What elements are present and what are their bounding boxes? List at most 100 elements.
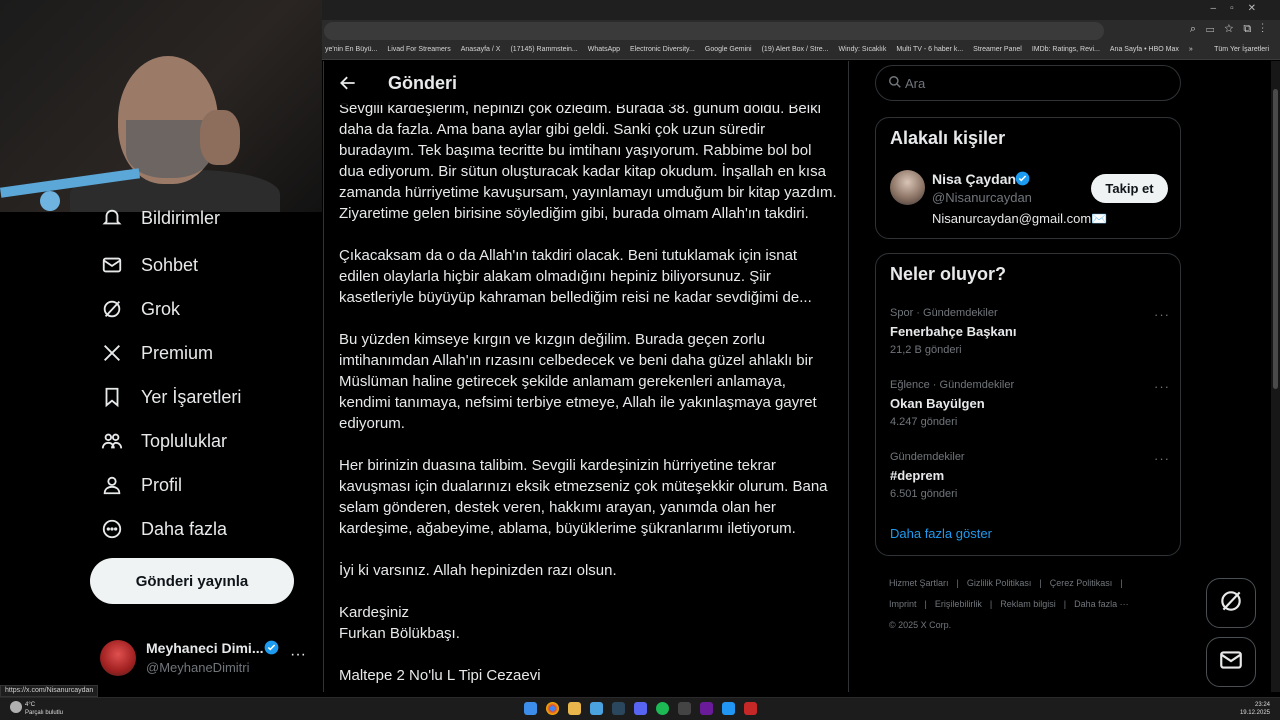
avatar[interactable] <box>890 170 925 205</box>
account-more-button[interactable]: ··· <box>290 646 306 664</box>
footer-link[interactable]: Erişilebilirlik <box>935 599 982 609</box>
sidebar-item-more[interactable]: Daha fazla <box>100 514 227 544</box>
footer-link[interactable]: Gizlilik Politikası <box>967 578 1032 588</box>
messages-fab-button[interactable] <box>1206 637 1256 687</box>
bookmarks-overflow-button[interactable]: » <box>1184 42 1198 53</box>
grok-icon <box>1218 588 1244 619</box>
discord-icon[interactable] <box>634 702 647 715</box>
all-bookmarks-button[interactable]: Tüm Yer İşaretleri <box>1209 42 1274 53</box>
show-more-link[interactable]: Daha fazla göster <box>890 526 992 541</box>
zoom-icon[interactable]: ⌕ <box>1190 23 1206 35</box>
trend-item[interactable]: Gündemdekiler #deprem 6.501 gönderi ··· <box>890 451 1170 507</box>
browser-toolbar: ⌕▭☆⧉⋮ <box>320 20 1280 42</box>
status-url: https://x.com/Nisanurcaydan <box>0 685 99 697</box>
spotify-icon[interactable] <box>656 702 669 715</box>
bookmark-item[interactable]: Anasayfa / X <box>456 42 506 53</box>
trends-card: Neler oluyor? Spor · Gündemdekiler Fener… <box>875 253 1181 556</box>
account-switcher[interactable]: Meyhaneci Dimi... @MeyhaneDimitri ··· <box>100 636 315 682</box>
bookmark-item[interactable]: Windy: Sıcaklık <box>834 42 892 53</box>
app-icon-4[interactable] <box>722 702 735 715</box>
extensions-icon[interactable]: ⧉ <box>1243 23 1261 35</box>
app-icon-3[interactable] <box>700 702 713 715</box>
follow-button[interactable]: Takip et <box>1091 174 1168 203</box>
footer-link[interactable]: Çerez Politikası <box>1050 578 1113 588</box>
bookmarks-bar: ye'nin En Büyü... Livad For Streamers Anas… <box>320 42 1280 60</box>
menu-icon[interactable]: ⋮ <box>1261 23 1274 35</box>
sidebar-item-premium[interactable]: Premium <box>100 338 213 368</box>
sidebar-item-communities[interactable]: Topluluklar <box>100 426 227 456</box>
folder-icon[interactable] <box>568 702 581 715</box>
sidebar-item-profile[interactable]: Profil <box>100 470 182 500</box>
trend-more-button[interactable]: ··· <box>1154 451 1170 466</box>
chrome-icon[interactable] <box>546 702 559 715</box>
toolbar-icons[interactable]: ⌕▭☆⧉⋮ <box>1190 23 1274 36</box>
star-icon[interactable]: ☆ <box>1224 23 1243 35</box>
sidebar-item-bookmarks[interactable]: Yer İşaretleri <box>100 382 241 412</box>
trends-title: Neler oluyor? <box>890 264 1007 284</box>
bookmark-item[interactable]: ye'nin En Büyü... <box>320 42 382 53</box>
weather-text: Parçalı bulutlu <box>25 710 64 716</box>
minimize-button[interactable]: – <box>1211 3 1231 14</box>
cast-icon[interactable]: ▭ <box>1206 23 1224 35</box>
sidebar-item-label: Premium <box>141 342 214 363</box>
window-controls[interactable]: –▫✕ <box>1211 3 1271 14</box>
weather-widget[interactable]: 4°C Parçalı bulutlu <box>10 701 63 717</box>
post-button[interactable]: Gönderi yayınla <box>90 558 294 604</box>
sidebar-item-label: Bildirimler <box>141 207 221 228</box>
trend-item[interactable]: Eğlence · Gündemdekiler Okan Bayülgen 4.… <box>890 379 1170 435</box>
related-handle[interactable]: @Nisanurcaydan <box>932 190 1032 205</box>
app-icon-1[interactable] <box>590 702 603 715</box>
bookmark-item[interactable]: Streamer Panel <box>968 42 1027 53</box>
address-bar[interactable] <box>324 22 1104 40</box>
search-placeholder: Ara <box>905 76 926 91</box>
footer-links: Hizmet Şartları | Gizlilik Politikası | Çere… <box>889 573 1169 636</box>
bookmark-item[interactable]: Livad For Streamers <box>382 42 455 53</box>
trend-more-button[interactable]: ··· <box>1154 307 1170 322</box>
bell-icon <box>100 207 124 229</box>
trend-name: #deprem <box>890 468 945 483</box>
sidebar-item-label: Grok <box>141 298 181 319</box>
bookmark-item[interactable]: (19) Alert Box / Stre... <box>757 42 834 53</box>
close-button[interactable]: ✕ <box>1248 3 1270 14</box>
sidebar-item-grok[interactable]: Grok <box>100 294 180 324</box>
verified-badge-icon <box>1015 171 1030 191</box>
steam-icon[interactable] <box>612 702 625 715</box>
sidebar-item-notifications[interactable]: Bildirimler <box>100 207 220 229</box>
sidebar-item-chat[interactable]: Sohbet <box>100 250 198 280</box>
trend-item[interactable]: Spor · Gündemdekiler Fenerbahçe Başkanı … <box>890 307 1170 363</box>
footer-separator: | <box>924 599 927 609</box>
trend-name: Okan Bayülgen <box>890 396 985 411</box>
profile-handle: @MeyhaneDimitri <box>146 660 250 675</box>
app-icon-2[interactable] <box>678 702 691 715</box>
bookmark-item[interactable]: WhatsApp <box>583 42 625 53</box>
sidebar-nav: Bildirimler Sohbet Grok Premium Yer İşar… <box>0 208 322 692</box>
page-scrollbar[interactable] <box>1271 61 1280 692</box>
bookmark-item[interactable]: Multi TV - 6 haber k... <box>891 42 968 53</box>
mail-icon <box>1218 647 1244 678</box>
system-tray-clock[interactable]: 23:24 19.12.2025 <box>1240 701 1270 717</box>
trend-more-button[interactable]: ··· <box>1154 379 1170 394</box>
footer-link[interactable]: Daha fazla ··· <box>1074 599 1129 609</box>
sidebar-item-label: Profil <box>141 474 183 495</box>
maximize-button[interactable]: ▫ <box>1230 3 1248 14</box>
bookmark-item[interactable]: Electronic Diversity... <box>625 42 700 53</box>
footer-link[interactable]: Hizmet Şartları <box>889 578 949 588</box>
footer-link[interactable]: Reklam bilgisi <box>1000 599 1056 609</box>
grok-icon <box>100 297 124 321</box>
post-paragraph: Bu yüzden kimseye kırgın ve kızgın değil… <box>339 331 817 432</box>
windows-icon[interactable] <box>524 702 537 715</box>
bookmark-item[interactable]: Google Gemini <box>700 42 757 53</box>
app-icon-5[interactable] <box>744 702 757 715</box>
back-arrow-icon[interactable] <box>338 73 358 98</box>
related-name[interactable]: Nisa Çaydan <box>932 171 1016 187</box>
bookmark-item[interactable]: IMDb: Ratings, Revi... <box>1027 42 1105 53</box>
webcam-person-hand <box>200 110 240 165</box>
search-input[interactable]: Ara <box>875 65 1181 101</box>
footer-link[interactable]: Imprint <box>889 599 917 609</box>
grok-fab-button[interactable] <box>1206 578 1256 628</box>
bookmark-item[interactable]: Ana Sayfa • HBO Max <box>1105 42 1184 53</box>
bookmark-item[interactable]: (17145) Rammstein... <box>505 42 582 53</box>
scrollbar-thumb[interactable] <box>1273 89 1278 389</box>
post-paragraph: Kardeşiniz Furkan Bölükbaşı. <box>339 604 460 642</box>
microphone-knob <box>40 191 60 211</box>
